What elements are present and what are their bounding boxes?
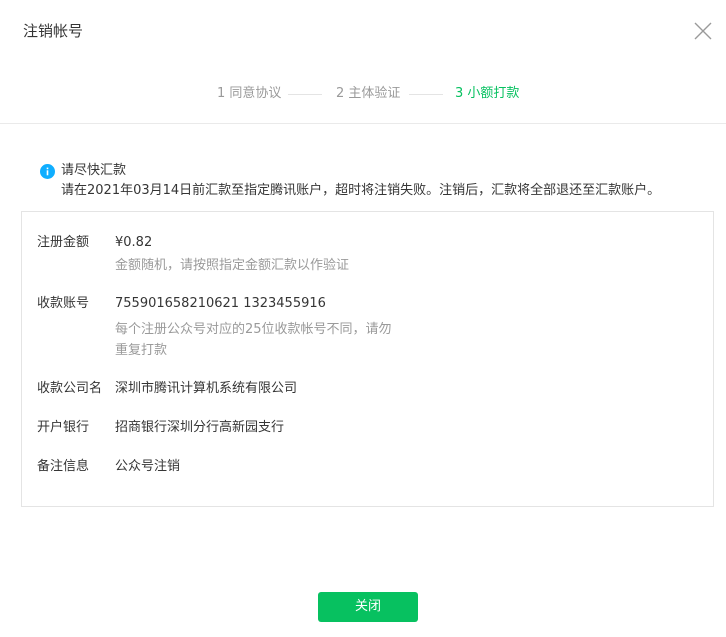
bank-value: 招商银行深圳分行高新园支行: [115, 420, 285, 435]
notice-text: 请在2021年03月14日前汇款至指定腾讯账户，超时将注销失败。注销后，汇款将全…: [61, 183, 661, 198]
account-value: 755901658210621 1323455916: [115, 296, 326, 311]
close-icon[interactable]: [693, 21, 713, 41]
payment-details: 注册金额 ¥0.82 金额随机，请按照指定金额汇款以作验证 收款账号 75590…: [21, 211, 714, 507]
amount-value: ¥0.82: [115, 235, 153, 250]
step-indicator: 1 同意协议 2 主体验证 3 小额打款: [0, 84, 726, 104]
step-verify: 2 主体验证: [336, 86, 401, 101]
info-icon: [40, 164, 55, 179]
account-hint-line2: 重复打款: [115, 343, 168, 358]
step-small-payment: 3 小额打款: [455, 86, 520, 101]
notice-title: 请尽快汇款: [61, 163, 127, 178]
remark-value: 公众号注销: [115, 459, 181, 474]
step-agree: 1 同意协议: [217, 86, 282, 101]
account-label: 收款账号: [37, 296, 90, 311]
cancel-account-dialog: 注销帐号 1 同意协议 2 主体验证 3 小额打款 请尽快汇款 请在2021年0…: [0, 0, 726, 637]
remark-label: 备注信息: [37, 459, 90, 474]
step-separator: [288, 94, 322, 95]
company-label: 收款公司名: [37, 381, 103, 396]
step-separator: [409, 94, 443, 95]
close-button[interactable]: 关闭: [318, 592, 418, 622]
header-divider: [0, 123, 726, 124]
amount-label: 注册金额: [37, 235, 90, 250]
account-hint-line1: 每个注册公众号对应的25位收款帐号不同，请勿: [115, 322, 392, 337]
company-value: 深圳市腾讯计算机系统有限公司: [115, 381, 298, 396]
bank-label: 开户银行: [37, 420, 90, 435]
dialog-title: 注销帐号: [23, 22, 84, 40]
amount-hint: 金额随机，请按照指定金额汇款以作验证: [115, 258, 350, 273]
